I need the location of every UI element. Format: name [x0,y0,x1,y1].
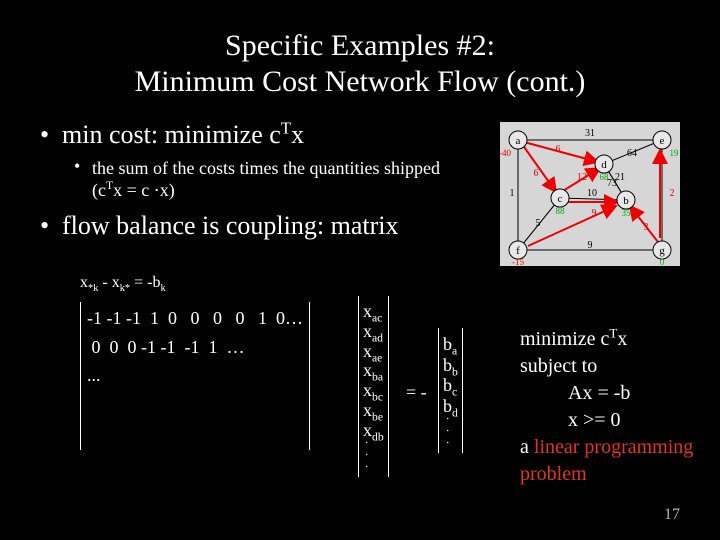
node-g: g0 [653,241,671,266]
svg-text:6: 6 [534,168,539,179]
svg-text:31: 31 [585,128,595,139]
svg-text:6: 6 [556,144,561,155]
bullet-list: min cost: minimize cTx the sum of the co… [40,120,450,241]
matrix-A: -1 -1 -1 1 0 0 0 0 1 0… 0 0 0 -1 -1 -1 1… [80,306,310,446]
svg-text:9: 9 [592,208,597,219]
svg-text:64: 64 [627,148,637,159]
slide-title: Specific Examples #2: Minimum Cost Netwo… [40,28,680,100]
title-line-1: Specific Examples #2: [225,29,495,62]
equals-neg: = - [406,382,427,403]
bullet-1-sub: the sum of the costs times the quantitie… [40,158,450,201]
svg-text:35: 35 [622,208,632,218]
node-c: c88 [551,189,569,216]
lp-summary: minimize cTx subject to Ax = -b x >= 0 a… [520,326,700,488]
svg-text:e: e [660,135,665,147]
svg-text:-40: -40 [500,148,511,158]
svg-text:-15: -15 [512,257,524,266]
svg-text:5: 5 [536,218,541,229]
node-a: a -40 [500,131,527,158]
node-b: b35 [617,191,635,218]
svg-text:c: c [558,193,563,205]
svg-text:3: 3 [644,222,649,233]
vector-b: ba bb bc bd . . . [438,328,463,453]
svg-text:88: 88 [556,206,566,216]
svg-text:21: 21 [615,172,625,183]
svg-text:0: 0 [660,257,665,266]
network-diagram: a-40 e19 d68 c88 b35 f-15 g0 31 64 73 10… [500,122,680,266]
node-f: f-15 [509,241,527,266]
matrix-row: -1 -1 -1 1 0 0 0 0 1 0… [87,306,303,331]
page-number: 17 [664,506,680,524]
svg-text:1: 1 [510,188,515,199]
title-line-2: Minimum Cost Network Flow (cont.) [135,65,586,98]
node-e: e 19 [653,131,679,158]
svg-text:19: 19 [670,148,680,158]
svg-text:a: a [516,135,521,147]
svg-text:g: g [659,245,665,257]
svg-text:9: 9 [588,240,593,251]
svg-text:d: d [601,159,607,171]
matrix-row: 0 0 0 -1 -1 -1 1 … [87,335,303,360]
svg-text:12: 12 [577,172,587,183]
svg-text:f: f [516,245,520,257]
svg-text:b: b [623,195,629,207]
svg-text:10: 10 [587,188,597,199]
svg-text:2: 2 [670,188,675,199]
vector-x: xac xad xae xba xbc xbe xdb . . . [358,296,389,477]
matrix-row: ... [87,363,303,388]
bullet-2: flow balance is coupling: matrix [40,211,450,241]
flow-balance-eqn: x*k - xk* = -bk [80,274,166,292]
bullet-1: min cost: minimize cTx [40,120,450,150]
